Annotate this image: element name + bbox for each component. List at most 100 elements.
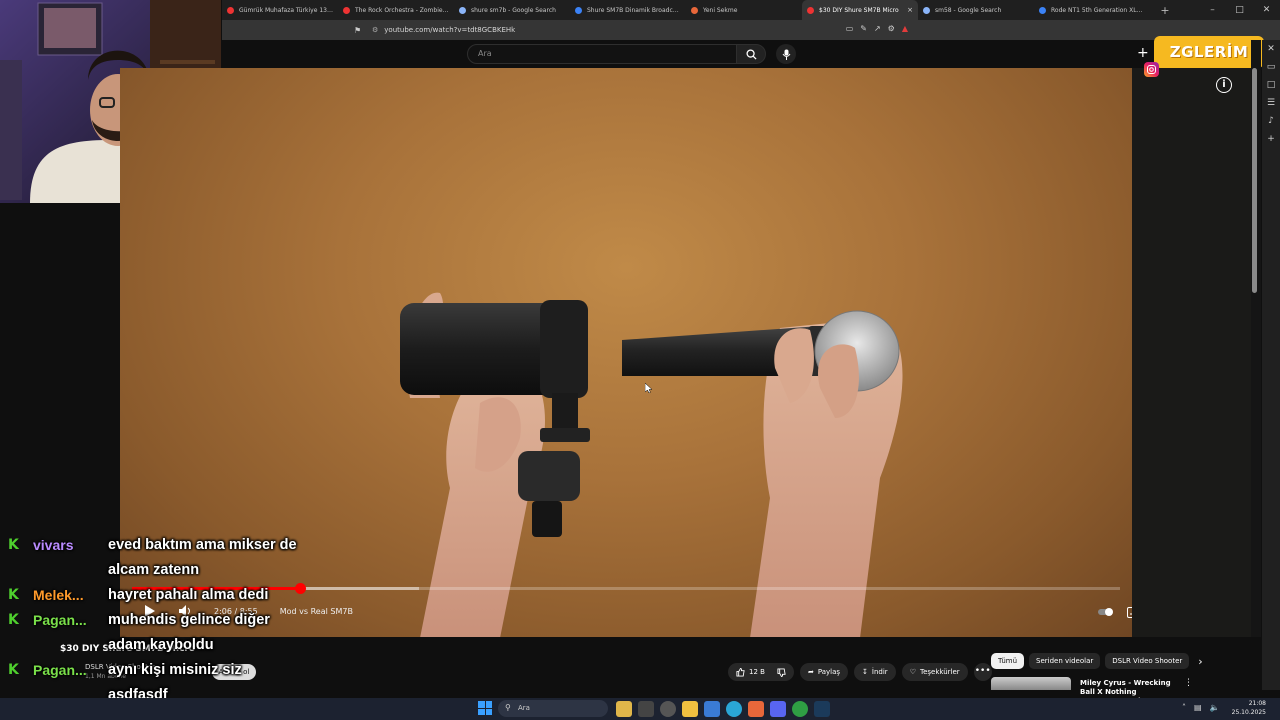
kick-badge-icon: K <box>8 537 19 553</box>
download-label: İndir <box>871 668 888 676</box>
youtube-favicon-icon <box>807 6 814 14</box>
network-icon[interactable]: ▤ <box>1194 703 1202 712</box>
share-icon[interactable]: ↗ <box>874 24 881 33</box>
recommended-thumbnail[interactable] <box>991 677 1071 690</box>
close-window-icon[interactable]: ✕ <box>1253 0 1280 20</box>
chat-message: K Melek... hayret pahalı alma dedi <box>0 583 300 608</box>
download-icon: ↧ <box>862 668 868 676</box>
clock-time: 21:08 <box>1248 700 1266 707</box>
search-input[interactable]: Ara <box>467 44 737 64</box>
search-button[interactable] <box>736 44 766 64</box>
maximize-icon[interactable]: □ <box>1226 0 1253 20</box>
steam-icon[interactable] <box>814 701 830 717</box>
browser-tab[interactable]: Yeni Sekme <box>686 0 802 20</box>
taskbar-search[interactable]: ⚲ Ara <box>498 700 608 717</box>
subtitles-icon[interactable] <box>1126 604 1132 620</box>
chat-text: muhendis gelince diğer adam kayboldu <box>108 612 270 653</box>
scrollbar-thumb[interactable] <box>1252 68 1257 293</box>
google-favicon-icon <box>459 6 466 14</box>
sidebar-music-icon[interactable]: ♪ <box>1262 112 1280 130</box>
sidebar-bookmarks-icon[interactable]: ☰ <box>1262 94 1280 112</box>
browser-tab[interactable]: Gümrük Muhafaza Türkiye 13. Böl <box>222 0 338 20</box>
terminal-icon[interactable] <box>638 701 654 717</box>
browser-sidebar: ✕ ▭ □ ☰ ♪ + <box>1262 40 1280 690</box>
browser-tab[interactable]: Shure SM7B Dinamik Broadcast M <box>570 0 686 20</box>
explorer-folder-icon[interactable] <box>682 701 698 717</box>
chip-series[interactable]: Seriden videolar <box>1029 653 1101 669</box>
store-icon[interactable] <box>704 701 720 717</box>
brave-shield-icon[interactable]: ▲ <box>902 24 908 33</box>
windows-start-icon[interactable] <box>478 701 492 715</box>
mouse-cursor-icon <box>645 383 653 393</box>
system-tray: ˄ ▤ 🔈 <box>1182 703 1220 712</box>
heart-dollar-icon: ♡ <box>909 668 916 676</box>
windows-taskbar: ⚲ Ara ˄ ▤ 🔈 21:08 25.10.2025 <box>0 698 1280 720</box>
like-button[interactable]: 12 B <box>728 663 794 681</box>
instagram-icon <box>1144 62 1159 77</box>
tray-chevron-icon[interactable]: ˄ <box>1182 703 1186 712</box>
player-controls-right <box>1098 604 1132 620</box>
more-actions-button[interactable]: ••• <box>973 663 992 681</box>
brave-favicon-icon <box>691 6 698 14</box>
chip-all[interactable]: Tümü <box>991 653 1025 669</box>
sidebar-reading-icon[interactable]: □ <box>1262 76 1280 94</box>
browser-tab[interactable]: sm58 - Google Search <box>918 0 1034 20</box>
browser-tab[interactable]: shure sm7b - Google Search <box>454 0 570 20</box>
obs-icon[interactable] <box>660 701 676 717</box>
info-icon[interactable]: i <box>1216 77 1232 93</box>
site-info-icon[interactable]: ⚙ <box>372 26 378 34</box>
youtube-favicon-icon <box>343 6 350 14</box>
cast-icon[interactable]: ▭ <box>846 24 854 33</box>
sidebar-panel-icon[interactable]: ▭ <box>1262 58 1280 76</box>
related-filter-chips: Tümü Seriden videolar DSLR Video Shooter… <box>991 653 1203 669</box>
extension-icon[interactable]: ✎ <box>860 24 867 33</box>
google-favicon-icon <box>923 6 930 14</box>
thanks-button[interactable]: ♡ Teşekkürler <box>901 663 968 681</box>
chat-text: hayret pahalı alma dedi <box>108 587 269 603</box>
tab-title: $30 DIY Shure SM7B Micro <box>819 6 899 14</box>
tab-title: The Rock Orchestra - Zombie (The <box>355 6 449 14</box>
url-field[interactable]: youtube.com/watch?v=tdt8GCBKEHk <box>384 26 515 34</box>
chat-message: K Pagan... muhendis gelince diğer adam k… <box>0 608 300 658</box>
new-tab-button[interactable]: + <box>1156 4 1174 17</box>
share-button[interactable]: ➦ Paylaş <box>799 663 849 681</box>
minimize-icon[interactable]: – <box>1199 0 1226 20</box>
create-plus-icon[interactable]: + <box>1137 45 1149 61</box>
tab-title: Gümrük Muhafaza Türkiye 13. Böl <box>239 6 333 14</box>
settings-icon[interactable]: ⚙ <box>888 24 895 33</box>
chat-username: vivars <box>33 537 74 553</box>
thumbs-up-icon <box>736 667 745 677</box>
close-tab-icon[interactable]: × <box>907 6 913 14</box>
mic-icon <box>782 49 790 60</box>
bookmark-icon[interactable]: ⚑ <box>354 26 366 35</box>
taskbar-apps <box>616 701 830 717</box>
tab-title: Rode NT1 5th Generation XLR/USB <box>1051 6 1145 14</box>
voice-search-button[interactable] <box>776 44 796 64</box>
youtube-favicon-icon <box>227 6 234 14</box>
browser-tab[interactable]: The Rock Orchestra - Zombie (The <box>338 0 454 20</box>
autoplay-toggle-icon[interactable] <box>1098 604 1114 620</box>
kebab-menu-icon[interactable]: ⋮ <box>1184 678 1193 688</box>
chrome-icon[interactable] <box>792 701 808 717</box>
chat-message: K vivars eved baktım ama mikser de alcam… <box>0 533 300 583</box>
chip-channel[interactable]: DSLR Video Shooter <box>1105 653 1190 669</box>
download-button[interactable]: ↧ İndir <box>854 663 896 681</box>
sidebar-add-icon[interactable]: + <box>1262 130 1280 148</box>
youtube-header: Ara + <box>222 40 1262 68</box>
chat-text: eved baktım ama mikser de alcam zatenn <box>108 537 297 578</box>
browser-tab-active[interactable]: $30 DIY Shure SM7B Micro × <box>802 0 918 20</box>
sidebar-close-icon[interactable]: ✕ <box>1262 40 1280 58</box>
site-favicon-icon <box>575 6 582 14</box>
edge-icon[interactable] <box>726 701 742 717</box>
chat-username: Melek... <box>33 587 84 603</box>
thumbs-down-icon[interactable] <box>777 667 786 677</box>
search-icon: ⚲ <box>505 703 511 712</box>
browser-tab[interactable]: Rode NT1 5th Generation XLR/USB <box>1034 0 1150 20</box>
taskbar-clock[interactable]: 21:08 25.10.2025 <box>1226 699 1266 717</box>
chevron-right-icon[interactable]: › <box>1198 655 1202 668</box>
speaker-icon[interactable]: 🔈 <box>1210 703 1220 712</box>
thanks-label: Teşekkürler <box>919 668 960 676</box>
discord-icon[interactable] <box>770 701 786 717</box>
file-explorer-icon[interactable] <box>616 701 632 717</box>
brave-taskbar-icon[interactable] <box>748 701 764 717</box>
